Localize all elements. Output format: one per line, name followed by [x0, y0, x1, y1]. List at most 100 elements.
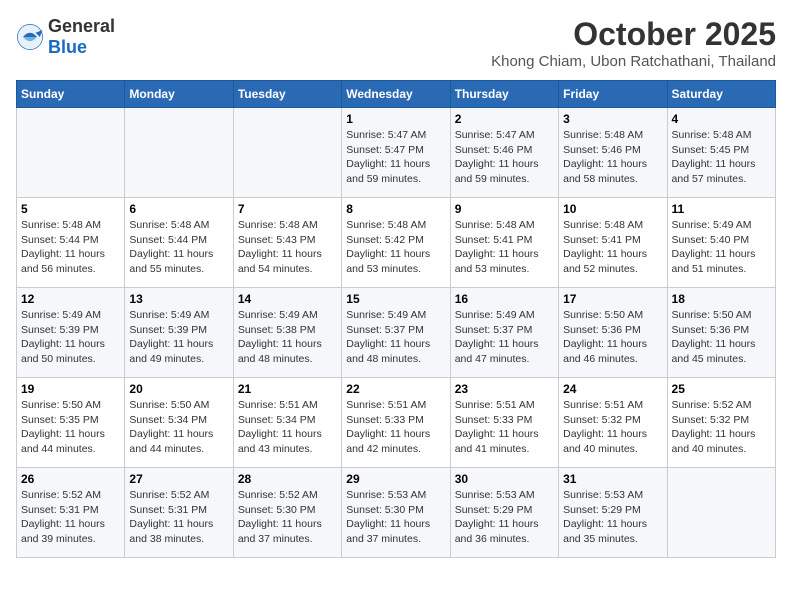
calendar-cell: 10Sunrise: 5:48 AM Sunset: 5:41 PM Dayli…: [559, 198, 667, 288]
main-title: October 2025: [491, 16, 776, 53]
day-number: 29: [346, 472, 445, 486]
day-number: 18: [672, 292, 771, 306]
day-info: Sunrise: 5:48 AM Sunset: 5:44 PM Dayligh…: [129, 218, 228, 277]
day-number: 9: [455, 202, 554, 216]
calendar-cell: 11 Sunrise: 5:49 AM Sunset: 5:40 PM Dayli…: [667, 198, 775, 288]
calendar-cell: 18Sunrise: 5:50 AM Sunset: 5:36 PM Dayli…: [667, 288, 775, 378]
calendar-cell: 3 Sunrise: 5:48 AM Sunset: 5:46 PM Daylig…: [559, 108, 667, 198]
calendar-week-1: 1 Sunrise: 5:47 AM Sunset: 5:47 PM Daylig…: [17, 108, 776, 198]
day-number: 1: [346, 112, 445, 126]
calendar-cell: [233, 108, 341, 198]
day-info: Sunrise: 5:52 AM Sunset: 5:31 PM Dayligh…: [129, 488, 228, 547]
calendar-cell: 20 Sunrise: 5:50 AM Sunset: 5:34 PM Dayli…: [125, 378, 233, 468]
day-info: Sunrise: 5:48 AM Sunset: 5:42 PM Dayligh…: [346, 218, 445, 277]
page-header: General Blue October 2025 Khong Chiam, U…: [16, 16, 776, 70]
calendar-cell: [125, 108, 233, 198]
day-number: 6: [129, 202, 228, 216]
calendar-cell: 21 Sunrise: 5:51 AM Sunset: 5:34 PM Dayli…: [233, 378, 341, 468]
day-info: Sunrise: 5:52 AM Sunset: 5:30 PM Dayligh…: [238, 488, 337, 547]
day-info: Sunrise: 5:51 AM Sunset: 5:33 PM Dayligh…: [455, 398, 554, 457]
day-info: Sunrise: 5:47 AM Sunset: 5:47 PM Dayligh…: [346, 128, 445, 187]
calendar-cell: 19 Sunrise: 5:50 AM Sunset: 5:35 PM Dayli…: [17, 378, 125, 468]
day-info: Sunrise: 5:50 AM Sunset: 5:34 PM Dayligh…: [129, 398, 228, 457]
calendar-week-5: 26 Sunrise: 5:52 AM Sunset: 5:31 PM Dayli…: [17, 468, 776, 558]
calendar-week-4: 19 Sunrise: 5:50 AM Sunset: 5:35 PM Dayli…: [17, 378, 776, 468]
title-block: October 2025 Khong Chiam, Ubon Ratchatha…: [491, 16, 776, 70]
day-info: Sunrise: 5:47 AM Sunset: 5:46 PM Dayligh…: [455, 128, 554, 187]
calendar-cell: 13 Sunrise: 5:49 AM Sunset: 5:39 PM Dayli…: [125, 288, 233, 378]
calendar-header-row: SundayMondayTuesdayWednesdayThursdayFrid…: [17, 81, 776, 108]
header-friday: Friday: [559, 81, 667, 108]
calendar-cell: 2 Sunrise: 5:47 AM Sunset: 5:46 PM Daylig…: [450, 108, 558, 198]
day-number: 5: [21, 202, 120, 216]
day-number: 27: [129, 472, 228, 486]
day-info: Sunrise: 5:48 AM Sunset: 5:41 PM Dayligh…: [455, 218, 554, 277]
logo-text: General Blue: [48, 16, 115, 58]
day-number: 13: [129, 292, 228, 306]
calendar-cell: 17Sunrise: 5:50 AM Sunset: 5:36 PM Dayli…: [559, 288, 667, 378]
subtitle: Khong Chiam, Ubon Ratchathani, Thailand: [491, 53, 776, 70]
header-monday: Monday: [125, 81, 233, 108]
day-number: 31: [563, 472, 662, 486]
calendar-week-3: 12Sunrise: 5:49 AM Sunset: 5:39 PM Dayli…: [17, 288, 776, 378]
day-number: 16: [455, 292, 554, 306]
day-info: Sunrise: 5:48 AM Sunset: 5:46 PM Dayligh…: [563, 128, 662, 187]
day-number: 23: [455, 382, 554, 396]
calendar-cell: 24Sunrise: 5:51 AM Sunset: 5:32 PM Dayli…: [559, 378, 667, 468]
day-number: 19: [21, 382, 120, 396]
day-number: 26: [21, 472, 120, 486]
logo-icon: [16, 23, 44, 51]
calendar-cell: 6 Sunrise: 5:48 AM Sunset: 5:44 PM Daylig…: [125, 198, 233, 288]
day-info: Sunrise: 5:49 AM Sunset: 5:39 PM Dayligh…: [129, 308, 228, 367]
calendar-cell: 23 Sunrise: 5:51 AM Sunset: 5:33 PM Dayli…: [450, 378, 558, 468]
day-info: Sunrise: 5:50 AM Sunset: 5:36 PM Dayligh…: [563, 308, 662, 367]
day-info: Sunrise: 5:52 AM Sunset: 5:32 PM Dayligh…: [672, 398, 771, 457]
day-info: Sunrise: 5:48 AM Sunset: 5:43 PM Dayligh…: [238, 218, 337, 277]
day-number: 21: [238, 382, 337, 396]
calendar-table: SundayMondayTuesdayWednesdayThursdayFrid…: [16, 80, 776, 558]
day-info: Sunrise: 5:49 AM Sunset: 5:38 PM Dayligh…: [238, 308, 337, 367]
day-info: Sunrise: 5:49 AM Sunset: 5:40 PM Dayligh…: [672, 218, 771, 277]
day-info: Sunrise: 5:49 AM Sunset: 5:37 PM Dayligh…: [455, 308, 554, 367]
day-number: 14: [238, 292, 337, 306]
day-number: 3: [563, 112, 662, 126]
day-number: 24: [563, 382, 662, 396]
day-info: Sunrise: 5:49 AM Sunset: 5:37 PM Dayligh…: [346, 308, 445, 367]
day-info: Sunrise: 5:49 AM Sunset: 5:39 PM Dayligh…: [21, 308, 120, 367]
calendar-cell: 27 Sunrise: 5:52 AM Sunset: 5:31 PM Dayli…: [125, 468, 233, 558]
day-info: Sunrise: 5:52 AM Sunset: 5:31 PM Dayligh…: [21, 488, 120, 547]
calendar-cell: 30Sunrise: 5:53 AM Sunset: 5:29 PM Dayli…: [450, 468, 558, 558]
day-info: Sunrise: 5:48 AM Sunset: 5:41 PM Dayligh…: [563, 218, 662, 277]
calendar-cell: 28 Sunrise: 5:52 AM Sunset: 5:30 PM Dayli…: [233, 468, 341, 558]
day-number: 8: [346, 202, 445, 216]
calendar-week-2: 5 Sunrise: 5:48 AM Sunset: 5:44 PM Daylig…: [17, 198, 776, 288]
calendar-cell: 4Sunrise: 5:48 AM Sunset: 5:45 PM Daylig…: [667, 108, 775, 198]
day-number: 4: [672, 112, 771, 126]
logo-blue: Blue: [48, 37, 87, 57]
calendar-cell: 9 Sunrise: 5:48 AM Sunset: 5:41 PM Daylig…: [450, 198, 558, 288]
calendar-cell: 16 Sunrise: 5:49 AM Sunset: 5:37 PM Dayli…: [450, 288, 558, 378]
calendar-cell: 8 Sunrise: 5:48 AM Sunset: 5:42 PM Daylig…: [342, 198, 450, 288]
calendar-cell: 7Sunrise: 5:48 AM Sunset: 5:43 PM Daylig…: [233, 198, 341, 288]
day-number: 25: [672, 382, 771, 396]
header-saturday: Saturday: [667, 81, 775, 108]
logo: General Blue: [16, 16, 115, 58]
day-info: Sunrise: 5:50 AM Sunset: 5:35 PM Dayligh…: [21, 398, 120, 457]
day-number: 28: [238, 472, 337, 486]
day-number: 20: [129, 382, 228, 396]
calendar-cell: [667, 468, 775, 558]
day-number: 2: [455, 112, 554, 126]
header-tuesday: Tuesday: [233, 81, 341, 108]
calendar-cell: 12Sunrise: 5:49 AM Sunset: 5:39 PM Dayli…: [17, 288, 125, 378]
day-info: Sunrise: 5:51 AM Sunset: 5:34 PM Dayligh…: [238, 398, 337, 457]
day-info: Sunrise: 5:51 AM Sunset: 5:33 PM Dayligh…: [346, 398, 445, 457]
calendar-cell: 15 Sunrise: 5:49 AM Sunset: 5:37 PM Dayli…: [342, 288, 450, 378]
day-number: 15: [346, 292, 445, 306]
day-number: 11: [672, 202, 771, 216]
calendar-cell: 5Sunrise: 5:48 AM Sunset: 5:44 PM Daylig…: [17, 198, 125, 288]
day-info: Sunrise: 5:53 AM Sunset: 5:30 PM Dayligh…: [346, 488, 445, 547]
calendar-cell: 14 Sunrise: 5:49 AM Sunset: 5:38 PM Dayli…: [233, 288, 341, 378]
calendar-cell: 25 Sunrise: 5:52 AM Sunset: 5:32 PM Dayli…: [667, 378, 775, 468]
day-number: 30: [455, 472, 554, 486]
calendar-cell: 26 Sunrise: 5:52 AM Sunset: 5:31 PM Dayli…: [17, 468, 125, 558]
